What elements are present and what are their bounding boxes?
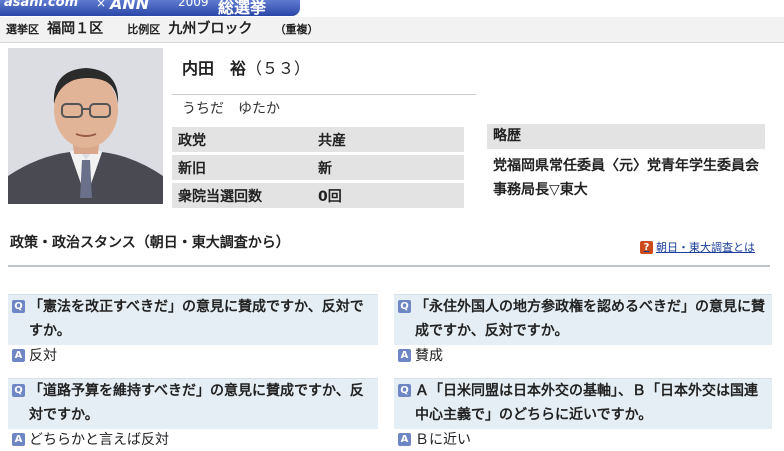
answer-text: 賛成: [415, 348, 443, 364]
candidate-age: （５３）: [246, 59, 311, 78]
info-value: 共産: [312, 127, 464, 152]
district-label: 選挙区: [6, 23, 39, 36]
question-icon: Q: [398, 384, 411, 397]
info-key: 新旧: [172, 155, 312, 180]
help-icon: ?: [640, 240, 653, 254]
info-row-party: 政党 共産: [172, 127, 464, 152]
question-box: Q 「道路予算を維持すべきだ」の意見に賛成ですか、反対ですか。: [8, 378, 378, 429]
answer-icon: A: [12, 349, 25, 362]
qa-item: Q Ａ「日米同盟は日本外交の基軸」、Ｂ「日本外交は国連中心主義で」のどちらに近い…: [394, 378, 772, 451]
ann-logo: ANN: [110, 0, 150, 13]
district-bar: 選挙区 福岡１区 比例区 九州ブロック （重複）: [0, 17, 784, 43]
career-text: 党福岡県常任委員〈元〉党青年学生委員会事務局長▽東大: [493, 158, 759, 198]
policy-divider: [8, 265, 770, 267]
info-value: 新: [312, 155, 464, 180]
policy-section-title: 政策・政治スタンス（朝日・東大調査から）: [10, 235, 290, 251]
question-text: Ａ「日米同盟は日本外交の基軸」、Ｂ「日本外交は国連中心主義で」のどちらに近いです…: [415, 383, 758, 423]
candidate-info-table: 政党 共産 新旧 新 衆院当選回数 0回: [172, 124, 464, 211]
answer-text: どちらかと言えば反対: [29, 432, 169, 448]
question-icon: Q: [12, 300, 25, 313]
pr-label: 比例区: [127, 23, 161, 36]
question-box: Q 「憲法を改正すべきだ」の意見に賛成ですか、反対ですか。: [8, 294, 378, 345]
candidate-kana: うちだ ゆたか: [182, 101, 280, 117]
district-value: 福岡１区: [47, 21, 104, 37]
answer-icon: A: [12, 433, 25, 446]
question-icon: Q: [12, 384, 25, 397]
question-text: 「永住外国人の地方参政権を認めるべきだ」の意見に賛成ですか、反対ですか。: [415, 299, 765, 339]
banner-election-title: 総選挙: [218, 0, 267, 17]
answer-icon: A: [398, 433, 411, 446]
question-box: Q 「永住外国人の地方参政権を認めるべきだ」の意見に賛成ですか、反対ですか。: [394, 294, 772, 345]
survey-info-link[interactable]: ? 朝日・東大調査とは: [640, 239, 755, 255]
header-banner: asahi.com × ANN 2009 総選挙: [0, 0, 784, 17]
candidate-name-text: 内田 裕: [182, 59, 247, 78]
duplicate-note: （重複）: [274, 23, 319, 36]
info-key: 政党: [172, 127, 312, 152]
name-divider: [172, 94, 476, 95]
info-value: 0回: [312, 183, 464, 208]
answer-icon: A: [398, 349, 411, 362]
question-text: 「道路予算を維持すべきだ」の意見に賛成ですか、反対ですか。: [29, 383, 364, 423]
answer-line: A どちらかと言えば反対: [8, 429, 378, 451]
pr-value: 九州ブロック: [168, 21, 253, 37]
candidate-portrait: [8, 48, 163, 204]
question-text: 「憲法を改正すべきだ」の意見に賛成ですか、反対ですか。: [29, 299, 364, 339]
qa-item: Q 「道路予算を維持すべきだ」の意見に賛成ですか、反対ですか。 A どちらかと言…: [8, 378, 378, 451]
survey-link-text[interactable]: 朝日・東大調査とは: [656, 239, 755, 255]
answer-line: A 賛成: [394, 345, 772, 367]
info-row-status: 新旧 新: [172, 155, 464, 180]
qa-item: Q 「永住外国人の地方参政権を認めるべきだ」の意見に賛成ですか、反対ですか。 A…: [394, 294, 772, 367]
answer-text: 反対: [29, 348, 57, 364]
asahi-logo[interactable]: asahi.com: [4, 0, 78, 10]
answer-text: Ｂに近い: [415, 432, 471, 448]
candidate-name: 内田 裕（５３）: [182, 55, 310, 79]
qa-item: Q 「憲法を改正すべきだ」の意見に賛成ですか、反対ですか。 A 反対: [8, 294, 378, 367]
question-box: Q Ａ「日米同盟は日本外交の基軸」、Ｂ「日本外交は国連中心主義で」のどちらに近い…: [394, 378, 772, 429]
banner-strip[interactable]: asahi.com × ANN 2009 総選挙: [0, 0, 300, 17]
question-icon: Q: [398, 300, 411, 313]
info-row-terms: 衆院当選回数 0回: [172, 183, 464, 208]
banner-times: ×: [96, 0, 107, 10]
candidate-photo: [8, 48, 163, 204]
career-heading: 略歴: [487, 124, 765, 149]
answer-line: A Ｂに近い: [394, 429, 772, 451]
answer-line: A 反対: [8, 345, 378, 367]
banner-year: 2009: [178, 0, 209, 9]
info-key: 衆院当選回数: [172, 183, 312, 208]
